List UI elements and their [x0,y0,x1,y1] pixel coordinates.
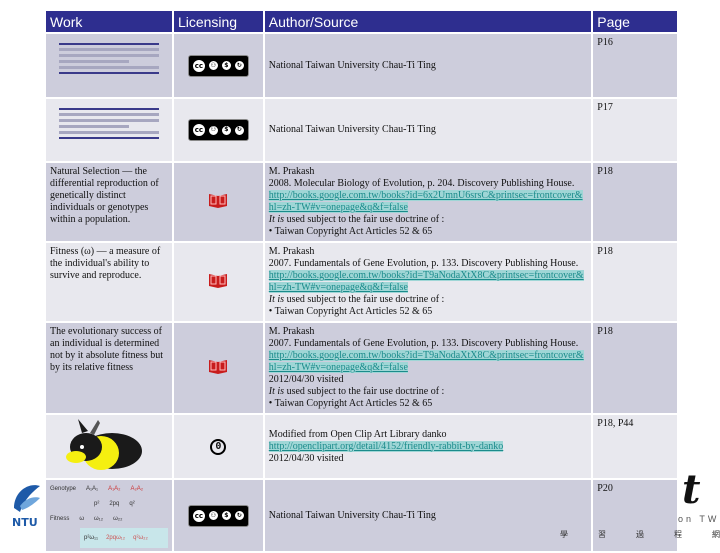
svg-text:NTU: NTU [12,516,38,528]
page-cell: P17 [593,99,677,161]
author-cell: Modified from Open Clip Art Library dank… [264,415,592,478]
author-cell: National Taiwan University Chau-Ti Ting [264,480,592,551]
genotype-fitness-diagram: Genotype A₁A₁ A₁A₂ A₂A₂ p² 2pq q² Fitness ω ω₁₂… [50,483,168,548]
header-page: Page [593,11,677,32]
work-cell: Fitness (ω) — a measure of the individua… [46,243,172,321]
work-cell: Natural Selection — the differential rep… [46,163,172,241]
work-cell: Genotype A₁A₁ A₁A₂ A₂A₂ p² 2pq q² Fitness ω ω₁₂… [46,480,172,551]
cc-by-nc-sa-icon: cc ⚇ $ ↻ [187,54,249,77]
author-text: National Taiwan University Chau-Ti Ting [268,59,436,71]
page-cell: P18 [593,243,677,321]
license-cell: cc ⚇ $ ↻ [173,99,263,161]
license-cell: cc ⚇ $ ↻ [173,34,263,97]
author-cell: National Taiwan University Chau-Ti Ting [264,34,592,97]
cc-by-nc-sa-icon: cc ⚇ $ ↻ [187,119,249,141]
public-domain-zero-icon: 0 [210,438,227,455]
ntu-logo: NTU [10,478,44,529]
work-cell: The evolutionary success of an individua… [46,323,172,413]
author-cell: M. Prakash 2007. Fundamentals of Gene Ev… [264,323,592,413]
license-cell [173,163,263,241]
page-cell: P20 [593,480,677,551]
license-cell: 0 [173,415,263,478]
ocw-logo: t on TW [678,466,720,525]
author-cell: M. Prakash 2007. Fundamentals of Gene Ev… [264,243,592,321]
cc-by-nc-sa-icon: cc ⚇ $ ↻ [187,504,249,527]
table-thumbnail [58,43,159,74]
table-row: cc ⚇ $ ↻ National Taiwan University Chau-Ti… [46,99,677,161]
author-text: National Taiwan University Chau-Ti Ting [268,124,436,135]
license-cell [173,323,263,413]
fair-use-book-icon [208,191,228,209]
header-work: Work [46,11,172,32]
table-row: Fitness (ω) — a measure of the individua… [46,243,677,321]
header-author-source: Author/Source [264,11,592,32]
work-cell [46,415,172,478]
source-link[interactable]: http://books.google.com.tw/books?id=T9aN… [268,270,584,293]
source-link[interactable]: http://books.google.com.tw/books?id=6x2U… [268,190,583,213]
table-row: 0 Modified from Open Clip Art Library da… [46,415,677,478]
author-text: National Taiwan University Chau-Ti Ting [268,509,436,521]
table-thumbnail [58,108,159,139]
table-row: The evolutionary success of an individua… [46,323,677,413]
table-row: Natural Selection — the differential rep… [46,163,677,241]
page-cell: P18 [593,163,677,241]
license-cell: cc ⚇ $ ↻ [173,480,263,551]
header-row: Work Licensing Author/Source Page [46,11,677,32]
attribution-table: Work Licensing Author/Source Page cc ⚇ $ ↻ … [44,9,679,553]
header-licensing: Licensing [173,11,263,32]
page-cell: P16 [593,34,677,97]
page-cell: P18 [593,323,677,413]
author-cell: M. Prakash 2008. Molecular Biology of Ev… [264,163,592,241]
work-cell [46,99,172,161]
work-cell [46,34,172,97]
author-cell: National Taiwan University Chau-Ti Ting [264,99,592,161]
fair-use-book-icon [208,357,228,375]
table-row: Genotype A₁A₁ A₁A₂ A₂A₂ p² 2pq q² Fitness ω ω₁₂… [46,480,677,551]
footer-characters: 學習過程網 [560,530,720,539]
license-cell [173,243,263,321]
fair-use-book-icon [208,271,228,289]
table-row: cc ⚇ $ ↻ National Taiwan University Chau-Ti… [46,34,677,97]
rabbit-image [66,419,142,470]
source-link[interactable]: http://books.google.com.tw/books?id=T9aN… [268,350,584,373]
page-cell: P18, P44 [593,415,677,478]
source-link[interactable]: http://openclipart.org/detail/4152/frien… [268,440,504,452]
